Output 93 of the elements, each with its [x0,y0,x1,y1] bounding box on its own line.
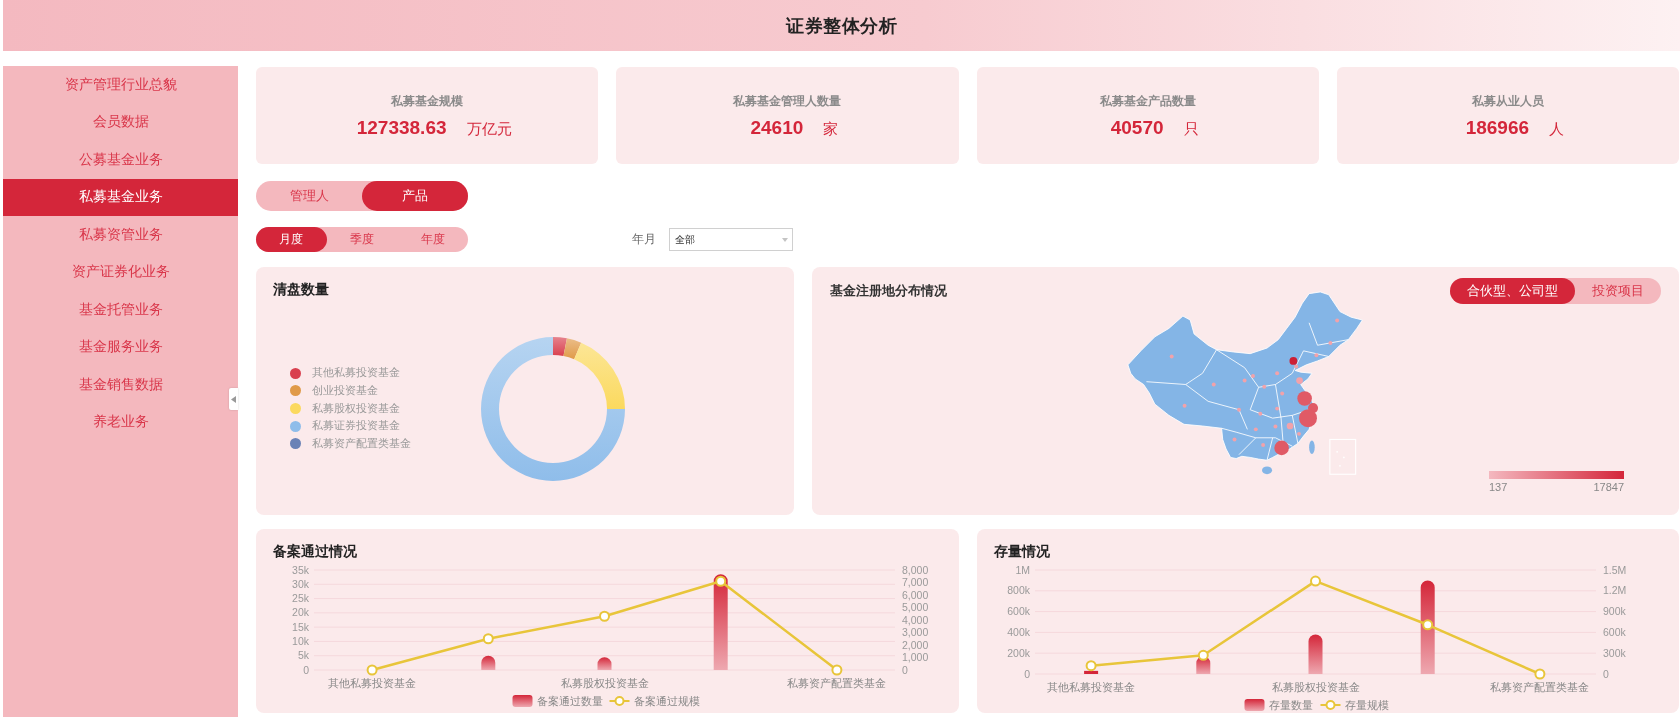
kpi-unit: 只 [1183,119,1199,139]
axis-tick-label: 10k [292,634,309,647]
axis-tick-label: 20k [292,606,309,619]
axis-tick-label: 1.2M [1602,584,1626,597]
kpi-value: 40570 [1110,117,1164,139]
tab[interactable]: 年度 [397,227,468,252]
card-title: 基金注册地分布情况 [830,282,947,300]
axis-tick-label: 900k [1602,605,1626,618]
bar [597,657,612,670]
axis-category-label: 私募资产配置类基金 [1489,681,1589,693]
kpi-unit: 万亿元 [466,119,512,139]
card-title: 清盘数量 [273,281,329,298]
axis-category-label: 其他私募投资基金 [1046,681,1135,693]
sidebar-item[interactable]: 养老业务 [3,403,238,441]
kpi-label: 私募基金管理人数量 [733,93,842,109]
axis-tick-label: 800k [1006,584,1030,597]
kpi-unit: 家 [823,119,839,139]
sidebar-item[interactable]: 资产管理行业总貌 [3,66,238,104]
year-month-select[interactable]: 全部 [669,228,793,251]
bar [1083,670,1098,674]
bar [1308,634,1322,674]
axis-tick-label: 0 [1023,667,1030,680]
axis-tick-label: 300k [1602,646,1626,659]
kpi-label: 私募从业人员 [1471,93,1544,109]
chart-title: 备案通过情况 [273,544,357,560]
axis-category-label: 私募资产配置类基金 [787,677,887,689]
page-title: 证券整体分析 [786,14,897,38]
legend-bar-icon [1244,699,1264,711]
axis-tick-label: 1.5M [1602,563,1626,576]
axis-tick-label: 0 [902,663,908,676]
caret-icon [231,395,236,403]
axis-tick-label: 15k [292,620,309,633]
axis-tick-label: 8,000 [902,563,929,576]
legend-label: 私募证券投资基金 [312,419,400,434]
axis-tick-label: 600k [1602,625,1626,638]
scale-label: 17847 [1593,481,1624,494]
axis-tick-label: 600k [1006,605,1030,618]
sidebar-item[interactable]: 基金托管业务 [3,291,238,329]
scale-label: 137 [1489,481,1508,494]
axis-tick-label: 0 [1602,667,1609,680]
sidebar-item[interactable]: 基金销售数据 [3,366,238,404]
axis-category-label: 其他私募投资基金 [328,677,417,689]
legend-label: 存量规模 [1344,698,1388,711]
sidebar-item[interactable]: 资产证券化业务 [3,253,238,291]
axis-tick-label: 1M [1014,563,1030,576]
kpi-value: 186966 [1465,117,1530,139]
tab[interactable]: 投资项目 [1575,278,1661,304]
axis-tick-label: 2,000 [902,638,929,651]
legend-label: 存量数量 [1268,698,1312,711]
kpi-label: 私募基金产品数量 [1099,93,1196,109]
legend-label: 创业投资基金 [312,383,378,398]
kpi-value: 24610 [750,117,804,139]
legend-line-icon [608,696,631,706]
axis-tick-label: 30k [292,577,309,590]
axis-tick-label: 1,000 [902,651,929,663]
legend-label: 私募股权投资基金 [312,401,400,416]
axis-category-label: 私募股权投资基金 [1271,681,1359,693]
axis-tick-label: 200k [1006,646,1030,659]
legend-label: 私募资产配置类基金 [312,436,411,451]
sidebar-item[interactable]: 会员数据 [3,103,238,141]
caret-icon [782,237,788,242]
axis-tick-label: 7,000 [902,576,929,588]
tab[interactable]: 管理人 [256,181,362,211]
tab[interactable]: 合伙型、公司型 [1450,278,1575,304]
axis-tick-label: 6,000 [902,588,929,601]
axis-tick-label: 400k [1006,625,1030,638]
legend-bar-icon [512,695,533,707]
legend-label: 备案通过规模 [633,694,700,707]
sidebar-item[interactable]: 私募基金业务 [3,178,238,216]
legend-line-icon [1319,700,1341,710]
kpi-label: 私募基金规模 [391,93,464,109]
filter-label: 年月 [632,231,656,248]
axis-tick-label: 35k [292,563,309,576]
kpi-unit: 人 [1549,119,1565,139]
legend-label: 其他私募投资基金 [312,366,400,381]
axis-tick-label: 25k [292,592,309,605]
sidebar-item[interactable]: 基金服务业务 [3,328,238,366]
chart-title: 存量情况 [993,544,1050,560]
tab[interactable]: 产品 [362,181,468,211]
sidebar-item[interactable]: 私募资管业务 [3,216,238,254]
tab[interactable]: 季度 [326,227,398,252]
axis-tick-label: 5,000 [902,601,929,613]
axis-category-label: 私募股权投资基金 [560,677,649,689]
axis-tick-label: 5k [297,649,309,662]
axis-tick-label: 3,000 [902,626,929,638]
kpi-value: 127338.63 [356,117,447,139]
tab[interactable]: 月度 [256,227,327,252]
legend-label: 备案通过数量 [536,694,603,707]
bar [481,655,496,670]
sidebar-item[interactable]: 公募基金业务 [3,141,238,179]
axis-tick-label: 4,000 [902,613,929,626]
axis-tick-label: 0 [303,663,309,676]
collapse-handle[interactable] [229,388,238,410]
